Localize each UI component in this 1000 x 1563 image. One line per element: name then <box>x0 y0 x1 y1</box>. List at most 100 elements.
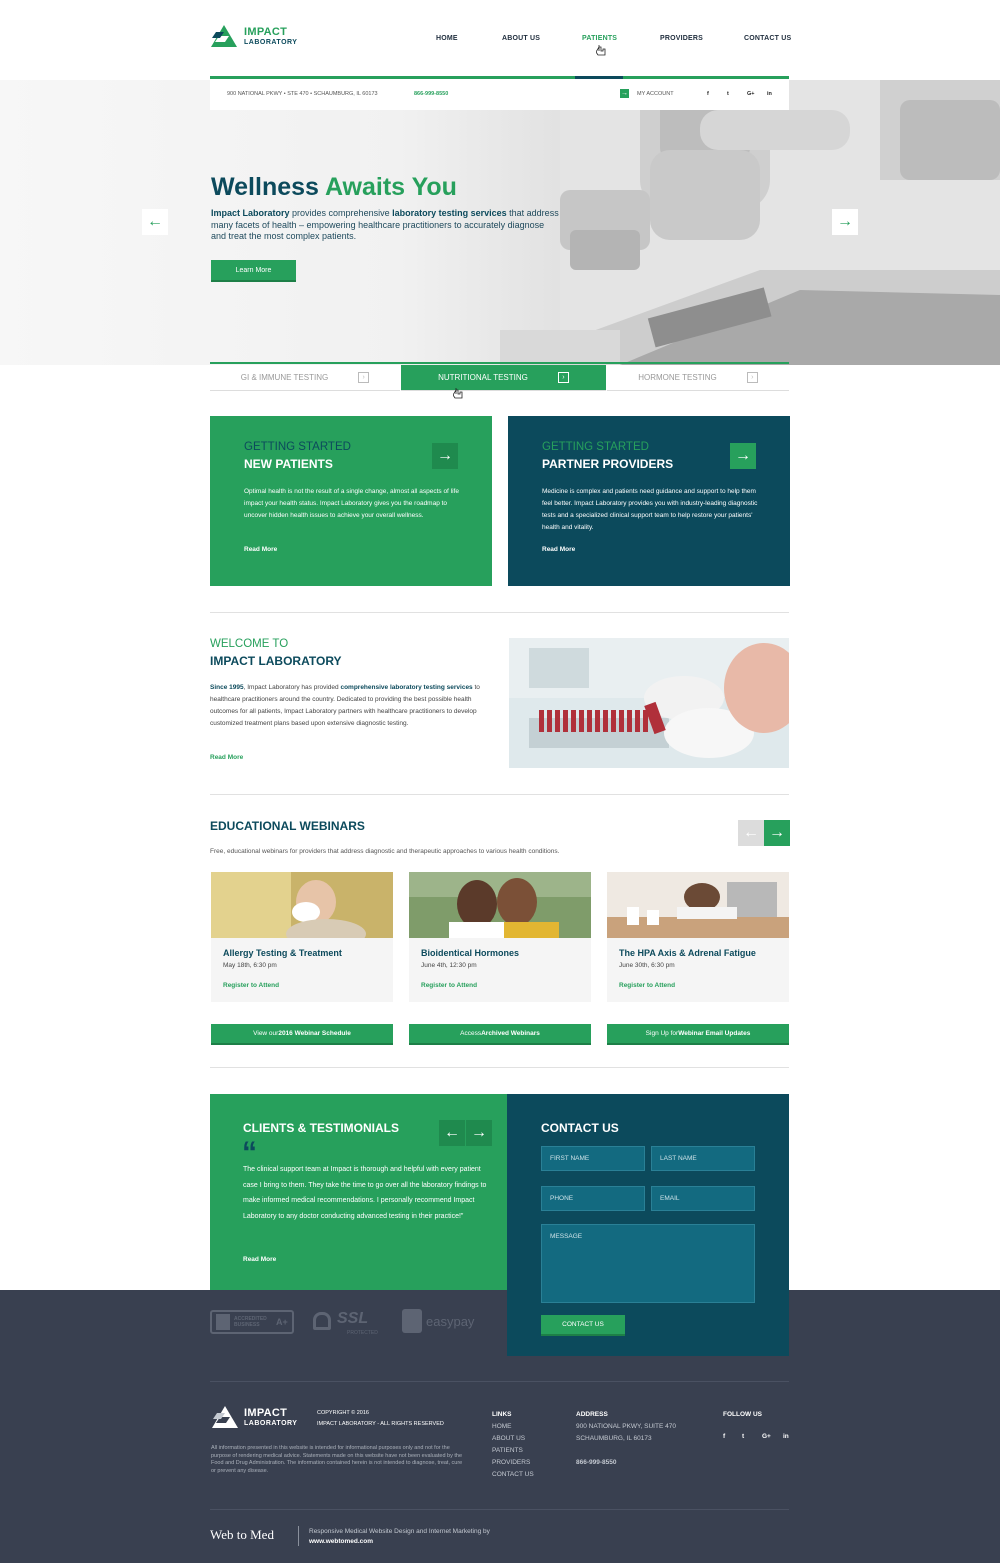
tab-nutritional[interactable]: NUTRITIONAL TESTING › <box>401 365 606 391</box>
lab-tubes-image <box>509 638 789 768</box>
tab-label: NUTRITIONAL TESTING <box>438 373 528 382</box>
webinar-date: June 4th, 12:30 pm <box>421 962 477 969</box>
webinar-card[interactable]: Bioidentical Hormones June 4th, 12:30 pm… <box>409 872 591 1002</box>
footer-link-home[interactable]: HOME <box>492 1421 534 1433</box>
nav-about-us[interactable]: ABOUT US <box>502 35 540 42</box>
register-link[interactable]: Register to Attend <box>619 982 675 989</box>
welcome-title: IMPACT LABORATORY <box>210 654 342 668</box>
nav-providers[interactable]: PROVIDERS <box>660 35 703 42</box>
webinar-email-updates-button[interactable]: Sign Up for Webinar Email Updates <box>607 1024 789 1045</box>
footer-logo-line2: LABORATORY <box>244 1419 298 1427</box>
info-phone[interactable]: 866-999-8550 <box>414 91 448 97</box>
chevron-right-icon: › <box>358 372 370 383</box>
ssl-text: SSL <box>337 1310 369 1327</box>
tab-gi-immune[interactable]: GI & IMMUNE TESTING › <box>210 365 400 391</box>
footer-copyright: COPYRIGHT © 2016 <box>317 1410 369 1416</box>
logo-mark-icon <box>212 1406 238 1428</box>
footer-rights: IMPACT LABORATORY - ALL RIGHTS RESERVED <box>317 1421 444 1427</box>
welcome-read-more-link[interactable]: Read More <box>210 754 243 761</box>
button-text: View our <box>253 1030 279 1037</box>
arrow-right-icon[interactable]: → <box>730 443 756 469</box>
logo-mark-icon <box>211 25 237 47</box>
testimonial-prev-arrow-icon[interactable]: ← <box>439 1120 465 1146</box>
welcome-text: Since 1995, Impact Laboratory has provid… <box>210 682 480 730</box>
bbb-badge: ACCREDITED BUSINESS A+ <box>210 1310 294 1334</box>
webinar-date: May 18th, 6:30 pm <box>223 962 277 969</box>
info-address: 900 NATIONAL PKWY • STE 470 • SCHAUMBURG… <box>227 91 378 97</box>
contact-submit-button[interactable]: CONTACT US <box>541 1315 625 1336</box>
button-text-bold: 2016 Webinar Schedule <box>278 1030 351 1037</box>
divider <box>210 1067 789 1068</box>
register-link[interactable]: Register to Attend <box>421 982 477 989</box>
first-name-field[interactable]: FIRST NAME <box>541 1146 645 1171</box>
webinars-prev-arrow-icon[interactable]: ← <box>738 820 764 846</box>
hero-text-mid: provides comprehensive <box>289 208 393 218</box>
email-field[interactable]: EMAIL <box>651 1186 755 1211</box>
webinar-title: Bioidentical Hormones <box>421 948 520 958</box>
footer-link-providers[interactable]: PROVIDERS <box>492 1457 534 1469</box>
card-new-patients: GETTING STARTED NEW PATIENTS → Optimal h… <box>210 416 492 586</box>
footer-facebook-icon[interactable]: f <box>723 1433 725 1440</box>
twitter-icon[interactable]: t <box>727 91 729 97</box>
message-field[interactable]: MESSAGE <box>541 1224 755 1303</box>
footer-logo[interactable]: IMPACT LABORATORY <box>211 1405 297 1429</box>
footer-link-about[interactable]: ABOUT US <box>492 1433 534 1445</box>
tabs-topline <box>210 362 789 364</box>
hero-prev-arrow-icon[interactable]: ← <box>142 209 168 235</box>
webinar-title: The HPA Axis & Adrenal Fatigue <box>619 948 756 958</box>
webtomed-logo[interactable]: Web to Med <box>210 1527 274 1543</box>
my-account-link[interactable]: MY ACCOUNT <box>637 91 674 97</box>
webinar-card[interactable]: The HPA Axis & Adrenal Fatigue June 30th… <box>607 872 789 1002</box>
footer-address2: SCHAUMBURG, IL 60173 <box>576 1435 652 1442</box>
footer-twitter-icon[interactable]: t <box>742 1433 744 1440</box>
webinars-subtitle: Free, educational webinars for providers… <box>210 848 560 855</box>
credit-url[interactable]: www.webtomed.com <box>309 1538 373 1545</box>
hero-title-part1: Wellness <box>211 173 325 201</box>
linkedin-icon[interactable]: in <box>767 91 772 97</box>
bbb-text: ACCREDITED BUSINESS <box>234 1316 267 1328</box>
footer-address-title: ADDRESS <box>576 1411 608 1418</box>
last-name-field[interactable]: LAST NAME <box>651 1146 755 1171</box>
facebook-icon[interactable]: f <box>707 91 709 97</box>
tab-hormone[interactable]: HORMONE TESTING › <box>607 365 789 391</box>
read-more-link[interactable]: Read More <box>244 546 277 553</box>
footer-link-contact[interactable]: CONTACT US <box>492 1469 534 1481</box>
webinar-card[interactable]: Allergy Testing & Treatment May 18th, 6:… <box>211 872 393 1002</box>
footer-divider <box>210 1381 789 1382</box>
contact-title: CONTACT US <box>541 1121 619 1135</box>
welcome-bold: comprehensive laboratory testing service… <box>340 684 473 691</box>
footer-linkedin-icon[interactable]: in <box>783 1433 789 1440</box>
welcome-since: Since 1995 <box>210 684 244 691</box>
phone-field[interactable]: PHONE <box>541 1186 645 1211</box>
chevron-right-icon: › <box>557 372 569 383</box>
webinar-schedule-button[interactable]: View our 2016 Webinar Schedule <box>211 1024 393 1045</box>
hero-next-arrow-icon[interactable]: → <box>832 209 858 235</box>
welcome-text-a: , Impact Laboratory has provided <box>243 684 341 691</box>
ssl-badge: SSL PROTECTED <box>313 1306 385 1338</box>
divider <box>210 612 789 613</box>
learn-more-button[interactable]: Learn More <box>211 260 296 282</box>
google-plus-icon[interactable]: G+ <box>747 91 755 97</box>
hero-text-bold2: laboratory testing services <box>392 208 507 218</box>
read-more-link[interactable]: Read More <box>542 546 575 553</box>
footer-phone[interactable]: 866-999-8550 <box>576 1459 616 1466</box>
footer-link-patients[interactable]: PATIENTS <box>492 1445 534 1457</box>
archived-webinars-button[interactable]: Access Archived Webinars <box>409 1024 591 1045</box>
nav-patients[interactable]: PATIENTS <box>582 35 617 42</box>
footer-google-plus-icon[interactable]: G+ <box>762 1433 771 1440</box>
bbb-logo-icon <box>216 1314 230 1330</box>
footer-disclaimer: All information presented in this websit… <box>211 1445 463 1474</box>
register-link[interactable]: Register to Attend <box>223 982 279 989</box>
hero-description: Impact Laboratory provides comprehensive… <box>211 208 561 243</box>
nav-home[interactable]: HOME <box>436 35 458 42</box>
nav-contact-us[interactable]: CONTACT US <box>744 35 791 42</box>
footer-divider <box>210 1509 789 1510</box>
tab-label: GI & IMMUNE TESTING <box>240 373 329 382</box>
arrow-right-icon[interactable]: → <box>432 443 458 469</box>
testimonial-next-arrow-icon[interactable]: → <box>466 1120 492 1146</box>
site-logo[interactable]: IMPACT LABORATORY <box>210 24 297 48</box>
testimonial-read-more-link[interactable]: Read More <box>243 1256 276 1263</box>
hand-cursor-icon <box>453 388 463 399</box>
hormones-photo <box>409 872 591 938</box>
webinars-next-arrow-icon[interactable]: → <box>764 820 790 846</box>
